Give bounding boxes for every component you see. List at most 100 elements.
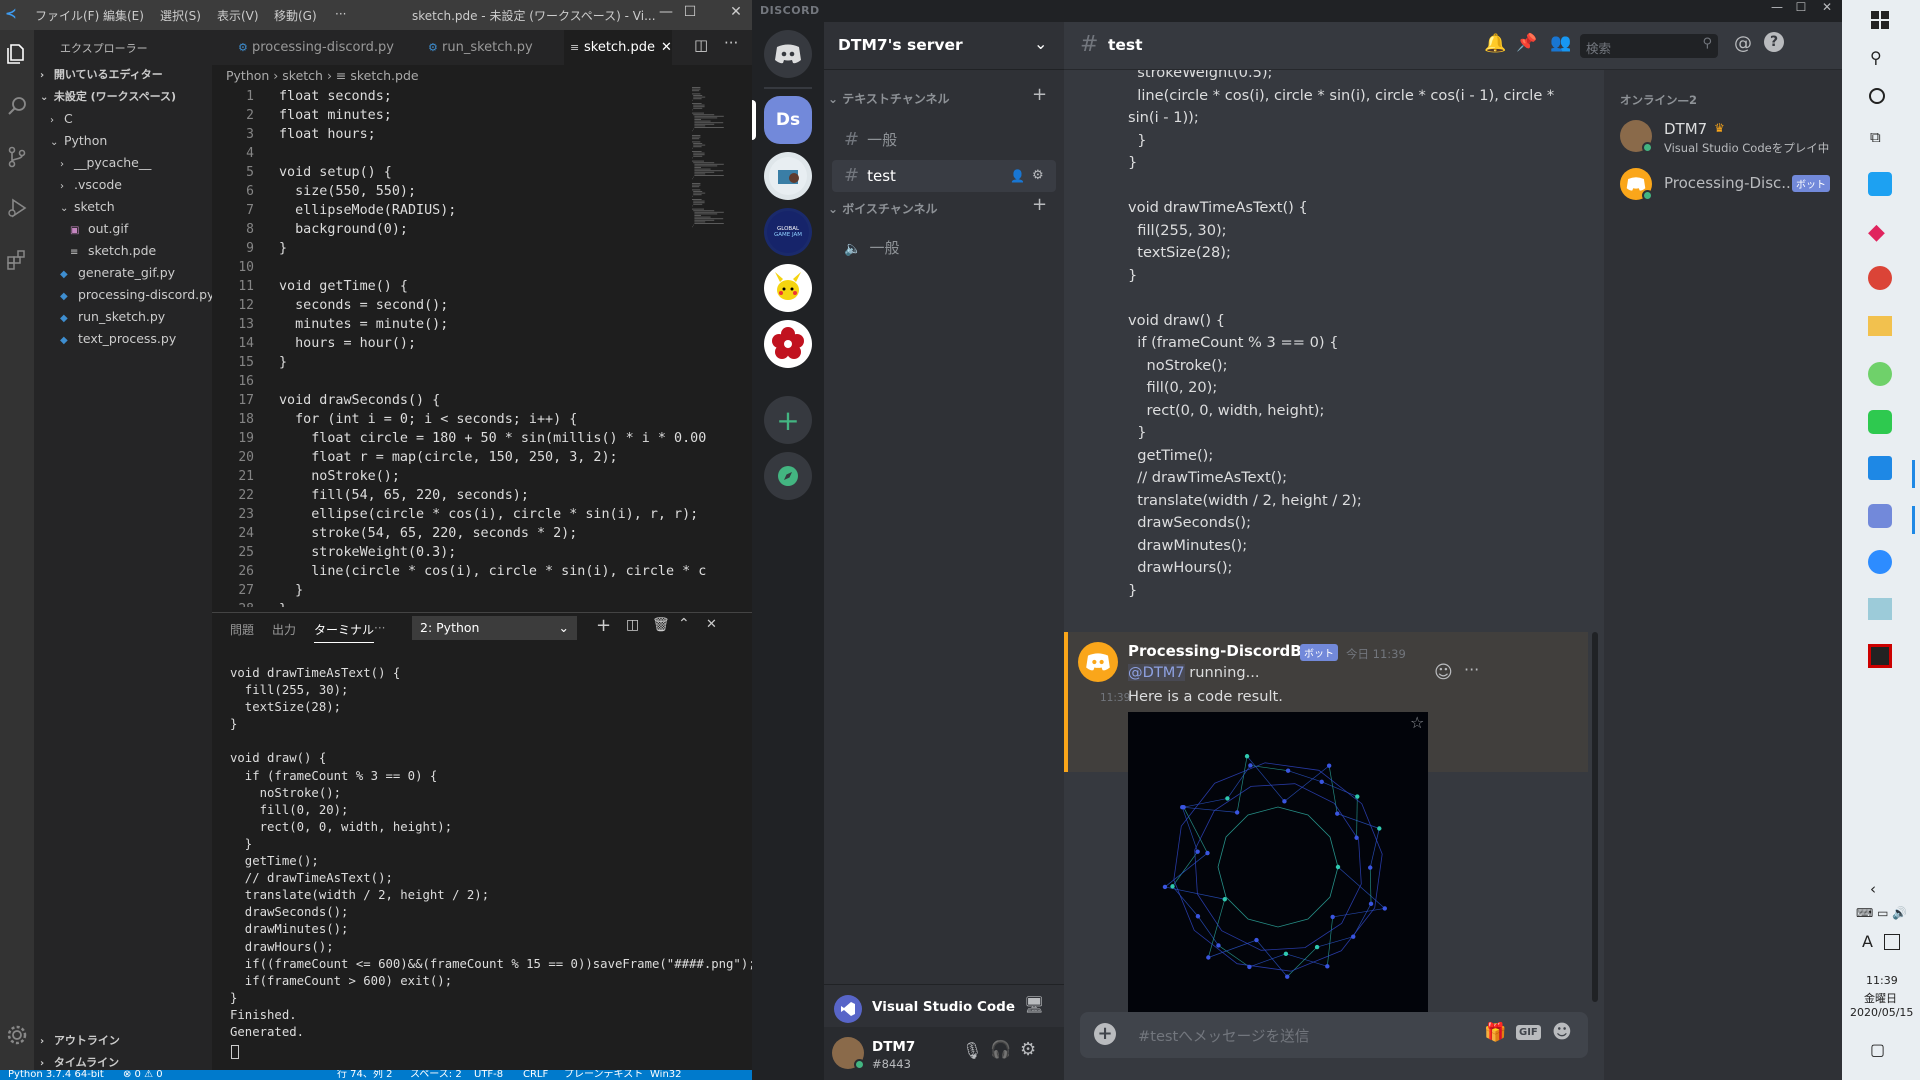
tray-icons[interactable]: ⌨ ▭ 🔊 <box>1856 906 1907 920</box>
tab-run-sketch[interactable]: ⚙ run_sketch.py <box>422 30 552 65</box>
settings-gear-icon[interactable] <box>0 1015 34 1055</box>
screen-share-icon[interactable]: 🖥 <box>1024 995 1044 1014</box>
gift-icon[interactable]: 🎁 <box>1484 1022 1506 1043</box>
chrome-icon[interactable] <box>1868 266 1892 290</box>
message-input-placeholder[interactable]: #testへメッセージを送信 <box>1138 1025 1309 1046</box>
mentions-icon[interactable]: @ <box>1734 33 1752 54</box>
guild-pikachu-icon[interactable] <box>764 264 812 312</box>
terminal-output[interactable]: void drawTimeAsText() { fill(255, 30); t… <box>230 665 756 1041</box>
search-icon[interactable] <box>0 86 34 126</box>
minimap[interactable] <box>690 87 748 247</box>
menu-more[interactable]: ··· <box>335 7 346 21</box>
category-text-channels[interactable]: ⌄ テキストチャンネル <box>828 90 950 107</box>
run-debug-icon[interactable] <box>0 188 34 228</box>
tree-item[interactable]: ⌄ Python <box>34 130 212 152</box>
menu-file[interactable]: ファイル(F) <box>35 7 99 24</box>
tree-item[interactable]: ◆ processing-discord.py <box>34 284 212 306</box>
search-icon[interactable]: ⚲ <box>1870 48 1882 67</box>
tree-item[interactable]: ⌄ 未設定 (ワークスペース) <box>34 86 212 108</box>
terminal-select[interactable]: 2: Python ⌄ <box>412 616 577 640</box>
clock-weekday[interactable]: 金曜日 <box>1864 990 1897 1006</box>
split-terminal-icon[interactable]: ◫ <box>626 617 639 633</box>
status-spaces[interactable]: スペース: 2 <box>410 1070 462 1080</box>
menu-go[interactable]: 移動(G) <box>274 7 317 24</box>
tree-item[interactable]: › C <box>34 108 212 130</box>
guild-ds[interactable]: Ds <box>764 96 812 144</box>
message-more-icon[interactable]: ··· <box>1464 660 1479 679</box>
star-icon[interactable]: ☆ <box>1410 713 1424 732</box>
status-position[interactable]: 行 74、列 2 <box>337 1070 392 1080</box>
channel-test[interactable]: # test 👤 ⚙ <box>832 160 1056 192</box>
create-channel-icon[interactable]: + <box>1032 84 1047 105</box>
zoom-app-icon[interactable] <box>1868 550 1892 574</box>
tree-item[interactable]: ▣ out.gif <box>34 218 212 240</box>
close-icon[interactable]: ✕ <box>1812 0 1842 14</box>
help-icon[interactable]: ? <box>1764 32 1784 52</box>
category-voice-channels[interactable]: ⌄ ボイスチャンネル <box>828 200 938 217</box>
member-list-icon[interactable]: 👥 <box>1550 33 1571 53</box>
tab-sketch-pde[interactable]: ≡ sketch.pde ✕ <box>564 30 672 65</box>
app-icon-red[interactable]: ◆ <box>1868 220 1885 245</box>
clock-date[interactable]: 2020/05/15 <box>1850 1006 1913 1019</box>
line-app-icon[interactable] <box>1868 410 1892 434</box>
tree-item[interactable]: ≡ sketch.pde <box>34 240 212 262</box>
panel-tab-terminal[interactable]: ターミナル <box>314 621 375 643</box>
member-bot[interactable]: Processing-Disc... ボット <box>1612 162 1834 206</box>
add-server-icon[interactable]: + <box>764 396 812 444</box>
status-platform[interactable]: Win32 <box>650 1070 682 1080</box>
discord-taskbar-icon[interactable] <box>1868 504 1892 528</box>
tree-item[interactable]: › __pycache__ <box>34 152 212 174</box>
tree-item[interactable]: › .vscode <box>34 174 212 196</box>
trash-icon[interactable]: 🗑 <box>652 617 670 633</box>
maximize-icon[interactable]: ☐ <box>675 4 705 20</box>
windows-start-icon[interactable] <box>1870 10 1890 30</box>
notification-icon[interactable]: ▢ <box>1870 1040 1885 1059</box>
bot-avatar[interactable] <box>1078 642 1118 682</box>
server-header[interactable]: DTM7's server ⌄ <box>824 22 1064 70</box>
pin-icon[interactable]: 📌 <box>1516 33 1537 53</box>
channel-general-voice[interactable]: 🔈 一般 <box>832 232 1056 264</box>
status-problems[interactable]: ⊗ 0 ⚠ 0 <box>123 1070 163 1080</box>
new-terminal-icon[interactable]: + <box>596 615 611 636</box>
outline-section[interactable]: › アウトライン <box>34 1030 212 1052</box>
source-control-icon[interactable] <box>0 137 34 177</box>
bell-icon[interactable]: 🔔 <box>1484 33 1506 54</box>
user-mention[interactable]: @DTM7 <box>1128 664 1185 681</box>
generated-gif-image[interactable]: ☆ <box>1128 712 1428 1012</box>
channel-settings-gear-icon[interactable]: ⚙ <box>1032 160 1044 192</box>
status-python[interactable]: Python 3.7.4 64-bit <box>8 1070 104 1080</box>
headphones-icon[interactable]: 🎧 <box>990 1040 1011 1060</box>
app-icon-green[interactable] <box>1868 362 1892 386</box>
code-editor[interactable]: 1 2 3 4 5 6 7 8 9 10 11 12 13 14 15 16 1… <box>212 87 752 607</box>
file-explorer-icon[interactable] <box>1868 316 1892 336</box>
panel-tab-output[interactable]: 出力 <box>272 621 296 638</box>
home-discord-icon[interactable] <box>764 30 812 78</box>
breadcrumb[interactable]: Python › sketch › ≡ sketch.pde <box>212 65 752 87</box>
status-eol[interactable]: CRLF <box>523 1070 548 1080</box>
clock-time[interactable]: 11:39 <box>1866 974 1898 987</box>
message-composer[interactable]: + #testへメッセージを送信 🎁 GIF ☻ <box>1080 1012 1588 1058</box>
member-dtm7[interactable]: DTM7 ♛ Visual Studio Codeをプレイ中 <box>1612 114 1834 158</box>
twitter-app-icon[interactable] <box>1868 172 1892 196</box>
user-settings-gear-icon[interactable]: ⚙ <box>1020 1039 1036 1060</box>
cortana-icon[interactable] <box>1869 88 1885 104</box>
tab-close-icon[interactable]: ✕ <box>661 40 672 55</box>
menu-view[interactable]: 表示(V) <box>217 7 259 24</box>
media-player-icon[interactable] <box>1868 644 1892 668</box>
explore-compass-icon[interactable] <box>764 452 812 500</box>
chat-scrollbar[interactable] <box>1590 62 1598 1002</box>
tray-chevron-icon[interactable]: ‹ <box>1870 880 1876 898</box>
invite-icon[interactable]: 👤 <box>1010 160 1025 192</box>
search-input[interactable]: 検索 ⚲ <box>1580 34 1718 58</box>
upload-plus-icon[interactable]: + <box>1094 1023 1116 1045</box>
vscode-taskbar-icon[interactable] <box>1868 456 1892 480</box>
guild-game-jam-icon[interactable]: GLOBAL GAME JAM <box>764 208 812 256</box>
extensions-icon[interactable] <box>0 240 34 280</box>
split-editor-icon[interactable]: ◫ <box>694 36 708 54</box>
task-view-icon[interactable]: ⧉ <box>1870 128 1881 146</box>
create-voice-channel-icon[interactable]: + <box>1032 194 1047 215</box>
code-content[interactable]: float seconds; float minutes; float hour… <box>279 87 706 607</box>
guild-avatar-1[interactable] <box>764 152 812 200</box>
tree-item[interactable]: ◆ generate_gif.py <box>34 262 212 284</box>
editor-more-icon[interactable]: ··· <box>724 34 738 52</box>
